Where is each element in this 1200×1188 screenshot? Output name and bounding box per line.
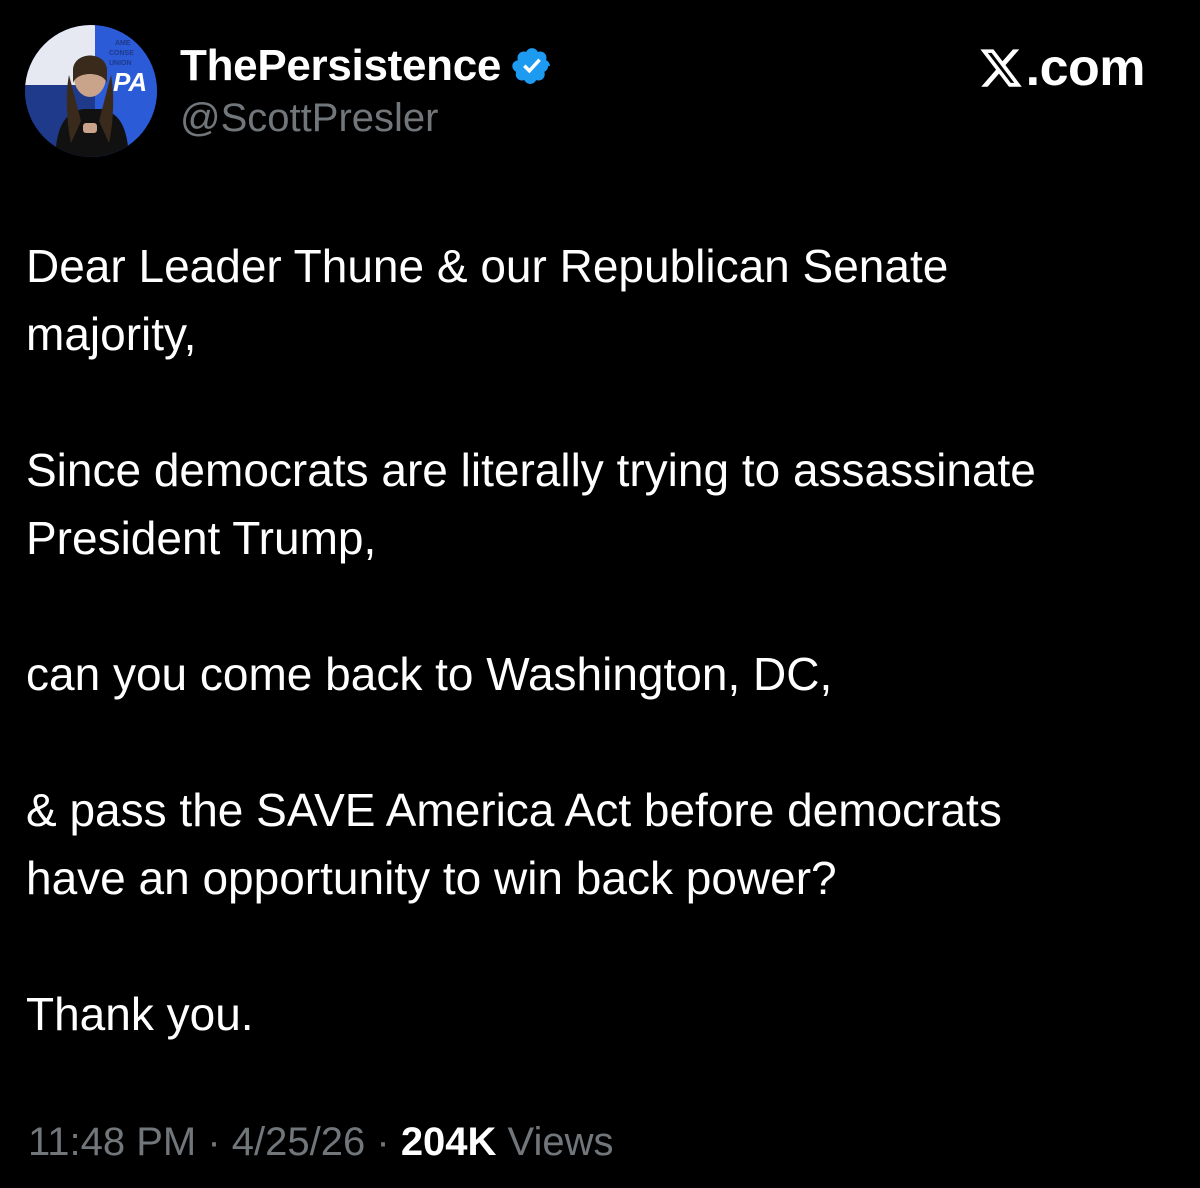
svg-text:AME: AME <box>115 40 131 47</box>
author-handle[interactable]: @ScottPresler <box>180 96 438 141</box>
tweet-line: majority, <box>26 308 197 360</box>
tweet-line: Dear Leader Thune & our Republican Senat… <box>26 240 949 292</box>
views-label: Views <box>496 1120 614 1164</box>
meta-separator: · <box>196 1120 232 1164</box>
tweet-meta: 11:48 PM · 4/25/26 · 204K Views <box>28 1120 614 1165</box>
meta-separator: · <box>365 1120 401 1164</box>
verified-badge-icon <box>511 45 553 87</box>
tweet-line: can you come back to Washington, DC, <box>26 648 833 700</box>
tweet-line: Since democrats are literally trying to … <box>26 444 1036 496</box>
display-name[interactable]: ThePersistence <box>180 41 501 91</box>
brand-watermark: .com <box>978 38 1146 98</box>
avatar[interactable]: AME CONSE UNION PA <box>25 25 157 157</box>
tweet-line: & pass the SAVE America Act before democ… <box>26 784 1002 836</box>
tweet-card: AME CONSE UNION PA ThePersistence @Scott… <box>0 0 1200 1188</box>
tweet-line: President Trump, <box>26 512 377 564</box>
svg-text:CONSE: CONSE <box>109 50 134 57</box>
views-count[interactable]: 204K <box>401 1120 497 1164</box>
svg-text:PA: PA <box>113 67 147 97</box>
brand-domain: .com <box>1025 39 1146 97</box>
tweet-text: Dear Leader Thune & our Republican Senat… <box>26 232 1176 1048</box>
avatar-image: AME CONSE UNION PA <box>25 25 157 157</box>
tweet-line: Thank you. <box>26 988 254 1040</box>
tweet-date[interactable]: 4/25/26 <box>232 1120 365 1164</box>
x-logo-icon <box>978 44 1024 92</box>
author-row: ThePersistence <box>180 40 553 92</box>
tweet-time[interactable]: 11:48 PM <box>28 1120 196 1164</box>
svg-text:UNION: UNION <box>109 60 132 67</box>
tweet-line: have an opportunity to win back power? <box>26 852 837 904</box>
